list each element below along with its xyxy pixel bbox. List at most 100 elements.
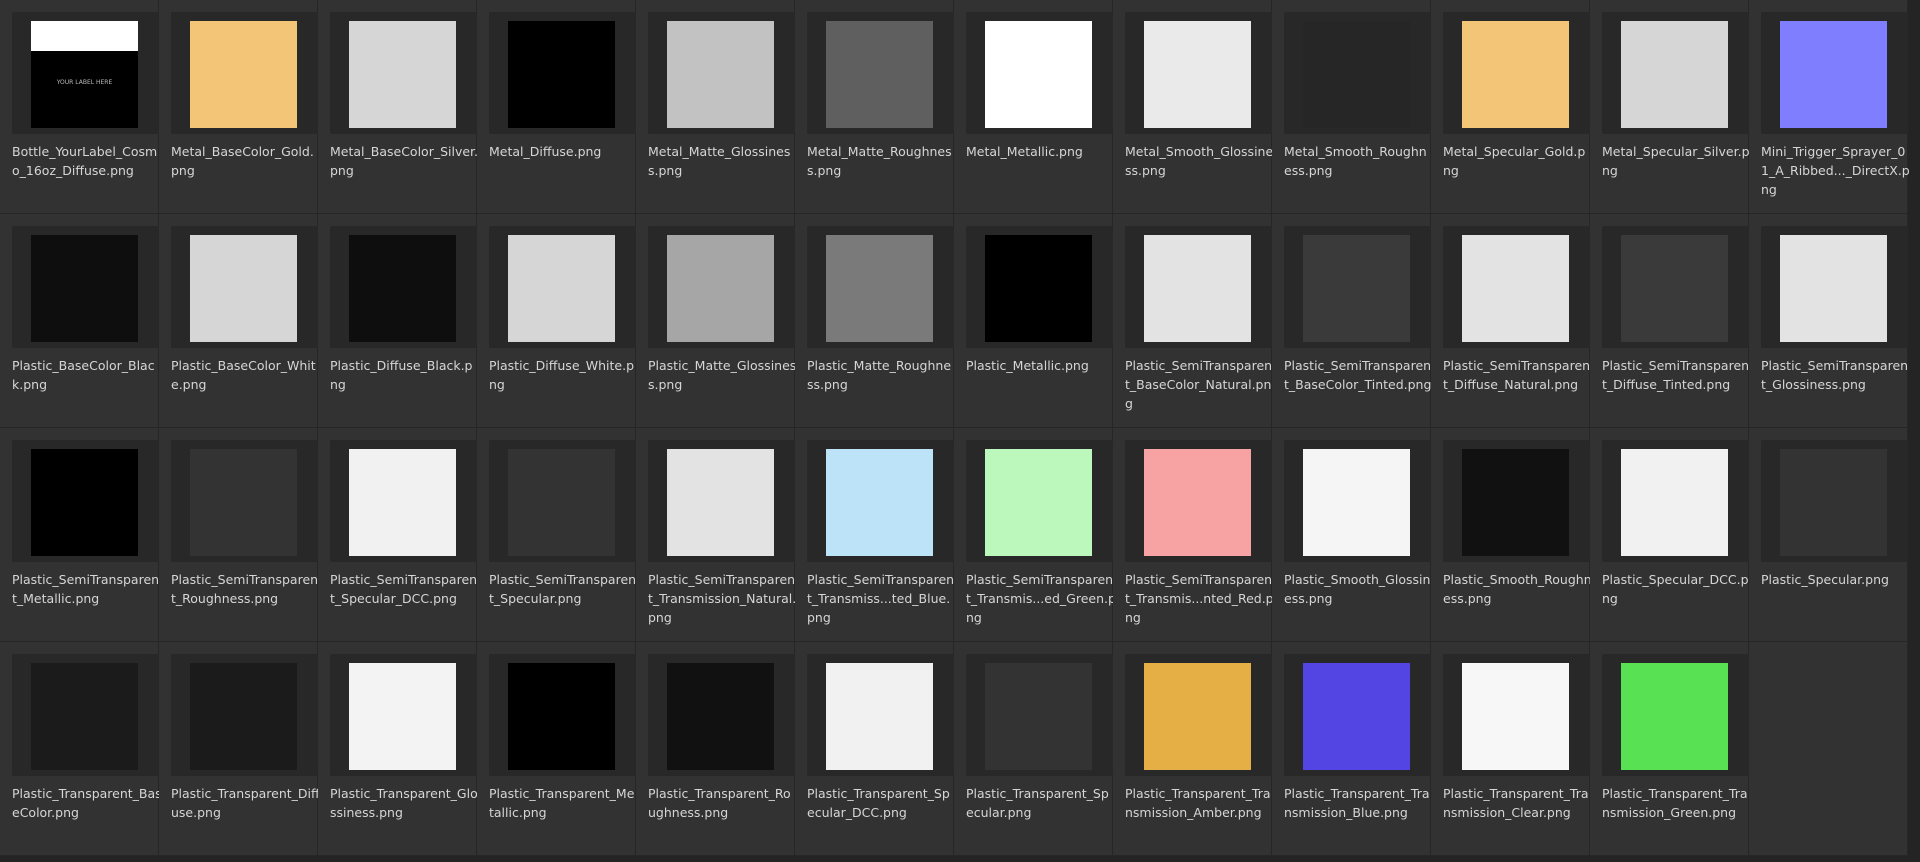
texture-tile[interactable]: Plastic_SemiTransparent_Metallic.png	[0, 428, 159, 642]
texture-tile[interactable]: Plastic_Transparent_Transmission_Amber.p…	[1113, 642, 1272, 856]
texture-filename: Plastic_SemiTransparent_BaseColor_Natura…	[1125, 358, 1273, 411]
texture-thumbnail-frame	[1761, 226, 1908, 348]
texture-tile[interactable]: Plastic_SemiTransparent_Diffuse_Natural.…	[1431, 214, 1590, 428]
texture-filename: Plastic_Matte_Glossiness.png	[648, 358, 797, 392]
texture-tile[interactable]: Plastic_Matte_Roughness.png	[795, 214, 954, 428]
texture-thumbnail-frame	[1602, 226, 1749, 348]
texture-tile[interactable]: Plastic_Transparent_Specular.png	[954, 642, 1113, 856]
texture-filename: Plastic_SemiTransparent_BaseColor_Tinted…	[1284, 358, 1432, 392]
texture-tile[interactable]: Plastic_SemiTransparent_Transmis...nted_…	[1113, 428, 1274, 642]
texture-tile[interactable]: Metal_Diffuse.png	[477, 0, 636, 214]
texture-filename: Metal_Smooth_Roughness.png	[1284, 144, 1427, 178]
texture-tile[interactable]: Plastic_SemiTransparent_Transmis...ed_Gr…	[954, 428, 1116, 642]
texture-browser-grid: YOUR LABEL HERE Bottle_YourLabel_Cosmo_16…	[0, 0, 1920, 862]
texture-tile[interactable]: Plastic_Specular.png	[1749, 428, 1908, 642]
texture-tile[interactable]: Plastic_Diffuse_Black.png	[318, 214, 477, 428]
texture-tile[interactable]: Plastic_BaseColor_White.png	[159, 214, 318, 428]
texture-swatch	[1144, 21, 1251, 128]
texture-tile[interactable]: Plastic_Specular_DCC.png	[1590, 428, 1749, 642]
texture-tile[interactable]: Plastic_SemiTransparent_Transmission_Nat…	[636, 428, 796, 642]
texture-swatch	[508, 235, 615, 342]
texture-tile[interactable]: Plastic_Transparent_Transmission_Blue.pn…	[1272, 642, 1431, 856]
texture-tile[interactable]: Metal_BaseColor_Gold.png	[159, 0, 318, 214]
texture-filename: Plastic_Transparent_Glossiness.png	[330, 786, 478, 820]
texture-thumbnail-frame	[807, 440, 954, 562]
texture-tile[interactable]: Plastic_Transparent_Diffuse.png	[159, 642, 320, 856]
texture-tile[interactable]: Plastic_SemiTransparent_Roughness.png	[159, 428, 318, 642]
texture-tile[interactable]: Metal_Matte_Roughness.png	[795, 0, 954, 214]
texture-thumbnail-frame	[966, 654, 1113, 776]
texture-thumbnail-frame	[330, 12, 477, 134]
texture-tile[interactable]: Plastic_SemiTransparent_BaseColor_Tinted…	[1272, 214, 1431, 428]
texture-tile[interactable]: Plastic_Transparent_Specular_DCC.png	[795, 642, 954, 856]
texture-tile[interactable]: Metal_Specular_Silver.png	[1590, 0, 1750, 214]
texture-swatch	[826, 449, 933, 556]
texture-tile[interactable]: Metal_Smooth_Roughness.png	[1272, 0, 1431, 214]
texture-swatch	[826, 235, 933, 342]
texture-swatch	[826, 21, 933, 128]
texture-tile[interactable]: Metal_BaseColor_Silver.png	[318, 0, 479, 214]
texture-tile[interactable]: Metal_Metallic.png	[954, 0, 1113, 214]
texture-tile[interactable]: Plastic_Transparent_Glossiness.png	[318, 642, 478, 856]
texture-swatch	[349, 21, 456, 128]
texture-tile[interactable]: Plastic_SemiTransparent_Specular_DCC.png	[318, 428, 477, 642]
texture-swatch	[1144, 449, 1251, 556]
texture-thumbnail-frame: YOUR LABEL HERE	[12, 12, 159, 134]
empty-tile	[1749, 642, 1908, 856]
texture-filename: Mini_Trigger_Sprayer_01_A_Ribbed..._Dire…	[1761, 144, 1910, 197]
texture-filename: Plastic_Diffuse_White.png	[489, 358, 635, 392]
texture-thumbnail-frame	[489, 12, 636, 134]
texture-tile[interactable]: Plastic_Metallic.png	[954, 214, 1113, 428]
texture-swatch	[667, 235, 774, 342]
texture-swatch	[508, 21, 615, 128]
texture-tile[interactable]: Plastic_BaseColor_Black.png	[0, 214, 159, 428]
texture-tile[interactable]: Metal_Smooth_Glossiness.png	[1113, 0, 1273, 214]
texture-thumbnail-frame	[1443, 440, 1590, 562]
texture-tile[interactable]: Plastic_Smooth_Roughness.png	[1431, 428, 1592, 642]
texture-filename: Plastic_Transparent_BaseColor.png	[12, 786, 162, 820]
texture-swatch	[826, 663, 933, 770]
texture-swatch	[190, 449, 297, 556]
texture-filename: Metal_Matte_Roughness.png	[807, 144, 952, 178]
texture-thumbnail-frame	[489, 440, 636, 562]
texture-tile[interactable]: Metal_Specular_Gold.png	[1431, 0, 1590, 214]
texture-filename: Plastic_SemiTransparent_Roughness.png	[171, 572, 319, 606]
texture-tile[interactable]: Plastic_Transparent_Transmission_Clear.p…	[1431, 642, 1590, 856]
texture-tile[interactable]: Plastic_Transparent_BaseColor.png	[0, 642, 162, 856]
texture-tile[interactable]: Plastic_SemiTransparent_Glossiness.png	[1749, 214, 1908, 428]
texture-swatch	[349, 235, 456, 342]
texture-tile[interactable]: Plastic_Transparent_Roughness.png	[636, 642, 795, 856]
texture-swatch	[1621, 449, 1728, 556]
texture-swatch	[1462, 449, 1569, 556]
texture-filename: Metal_BaseColor_Silver.png	[330, 144, 479, 178]
texture-filename: Plastic_Diffuse_Black.png	[330, 358, 473, 392]
texture-tile[interactable]: Plastic_SemiTransparent_Specular.png	[477, 428, 636, 642]
texture-tile[interactable]: Plastic_Transparent_Metallic.png	[477, 642, 636, 856]
texture-thumbnail-frame	[1602, 654, 1749, 776]
texture-tile[interactable]: Plastic_Diffuse_White.png	[477, 214, 636, 428]
texture-tile[interactable]: Metal_Matte_Glossiness.png	[636, 0, 795, 214]
texture-filename: Bottle_YourLabel_Cosmo_16oz_Diffuse.png	[12, 144, 158, 178]
texture-swatch	[1303, 235, 1410, 342]
texture-swatch	[1621, 21, 1728, 128]
texture-tile[interactable]: Plastic_Smooth_Glossiness.png	[1272, 428, 1431, 642]
texture-tile[interactable]: YOUR LABEL HERE Bottle_YourLabel_Cosmo_16…	[0, 0, 159, 214]
texture-filename: Metal_Matte_Glossiness.png	[648, 144, 791, 178]
texture-filename: Plastic_Transparent_Diffuse.png	[171, 786, 320, 820]
texture-swatch	[985, 21, 1092, 128]
texture-swatch	[1303, 449, 1410, 556]
texture-filename: Plastic_SemiTransparent_Glossiness.png	[1761, 358, 1909, 392]
texture-tile[interactable]: Mini_Trigger_Sprayer_01_A_Ribbed..._Dire…	[1749, 0, 1910, 214]
texture-filename: Metal_Diffuse.png	[489, 144, 602, 159]
texture-thumbnail-frame	[171, 654, 318, 776]
texture-filename: Plastic_BaseColor_White.png	[171, 358, 316, 392]
texture-thumbnail-frame	[1761, 12, 1908, 134]
texture-tile[interactable]: Plastic_SemiTransparent_Diffuse_Tinted.p…	[1590, 214, 1749, 428]
texture-tile[interactable]: Plastic_Transparent_Transmission_Green.p…	[1590, 642, 1749, 856]
texture-filename: Metal_Specular_Gold.png	[1443, 144, 1586, 178]
texture-tile[interactable]: Plastic_SemiTransparent_BaseColor_Natura…	[1113, 214, 1272, 428]
texture-tile[interactable]: Plastic_SemiTransparent_Transmiss...ted_…	[795, 428, 954, 642]
texture-thumbnail-frame	[330, 440, 477, 562]
texture-tile[interactable]: Plastic_Matte_Glossiness.png	[636, 214, 797, 428]
texture-swatch	[31, 449, 138, 556]
